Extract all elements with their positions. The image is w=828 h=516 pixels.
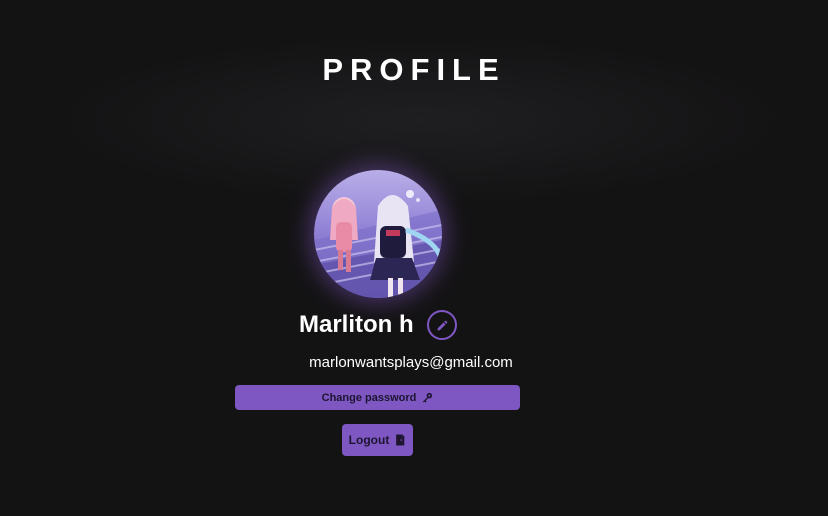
change-password-button[interactable]: Change password xyxy=(235,385,520,410)
name-row: Marliton h xyxy=(0,310,828,342)
door-icon xyxy=(395,434,406,446)
pencil-icon xyxy=(436,319,449,332)
profile-email: marlonwantsplays@gmail.com xyxy=(309,354,513,371)
profile-name: Marliton h xyxy=(299,311,414,338)
key-icon xyxy=(422,392,433,403)
logout-button[interactable]: Logout xyxy=(342,424,413,456)
edit-name-button[interactable] xyxy=(427,310,457,340)
page-title: PROFILE xyxy=(322,52,506,87)
logout-label: Logout xyxy=(348,433,390,447)
profile-page: PROFILE Marliton h marlonwantsplays@gmai… xyxy=(0,0,828,516)
change-password-label: Change password xyxy=(321,391,417,404)
avatar-image xyxy=(314,170,442,298)
avatar xyxy=(314,170,442,298)
